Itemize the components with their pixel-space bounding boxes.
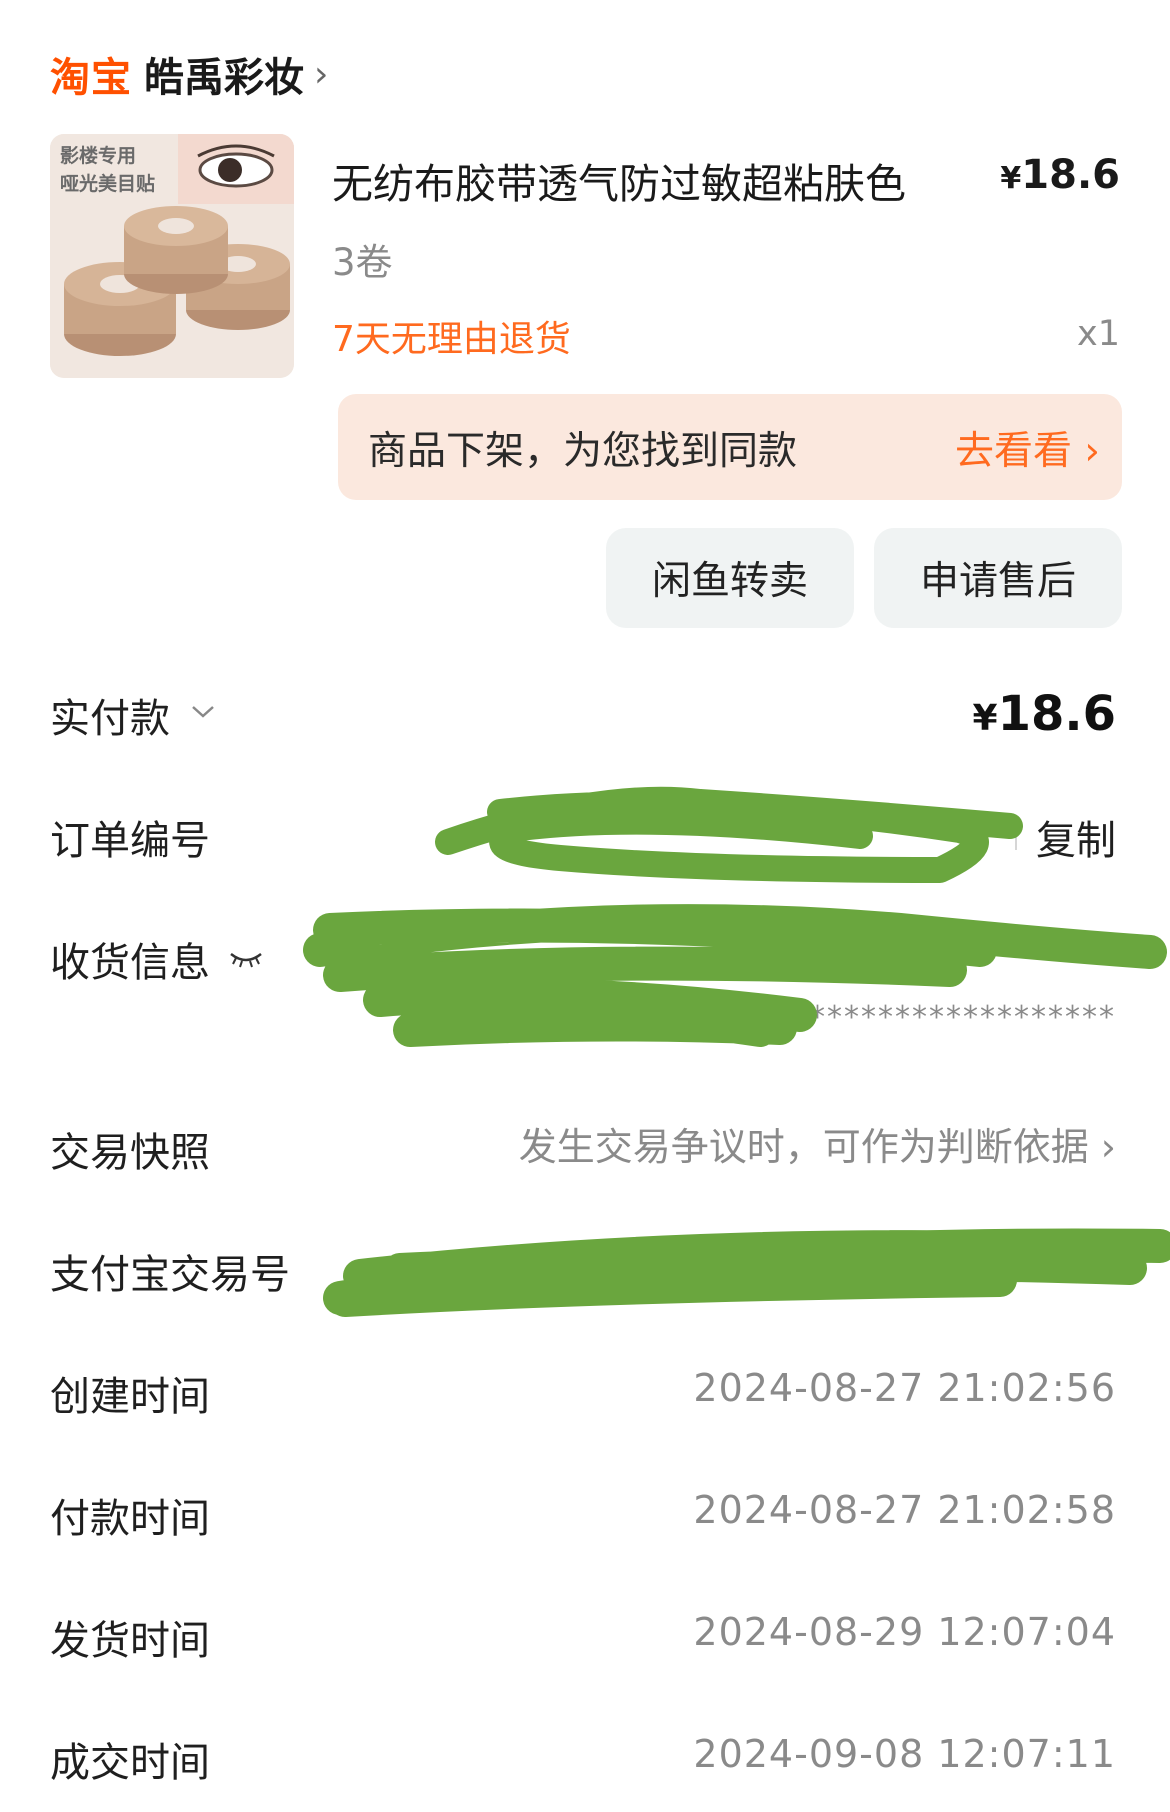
return-policy-badge: 7天无理由退货 <box>332 319 571 360</box>
chevron-right-icon: › <box>314 53 329 95</box>
thumbnail-caption: 影楼专用 哑光美目贴 <box>60 142 155 198</box>
paid-time-value: 2024-08-27 21:02:58 <box>693 1488 1116 1532</box>
view-similar-link[interactable]: 去看看 › <box>955 420 1100 476</box>
thumbnail-caption-line2: 哑光美目贴 <box>60 173 156 195</box>
chevron-down-icon[interactable] <box>188 696 218 734</box>
created-time-value: 2024-08-27 21:02:56 <box>693 1366 1116 1410</box>
product-title[interactable]: 无纺布胶带透气防过敏超粘肤色 <box>332 150 906 210</box>
after-sale-button[interactable]: 申请售后 <box>874 528 1122 628</box>
copy-order-number-button[interactable]: 复制 <box>1036 808 1116 866</box>
delisted-notice-text: 商品下架，为您找到同款 <box>368 429 798 474</box>
price-value: 18.6 <box>1021 152 1120 198</box>
payment-amount: ¥18.6 <box>973 686 1117 742</box>
thumbnail-caption-line1: 影楼专用 <box>60 145 137 167</box>
payment-value: 18.6 <box>997 686 1116 742</box>
shop-name[interactable]: 皓禹彩妆 <box>144 45 304 103</box>
completed-time-label: 成交时间 <box>50 1740 210 1786</box>
product-quantity: x1 <box>1077 314 1120 354</box>
product-thumbnail[interactable]: 影楼专用 哑光美目贴 <box>50 134 294 378</box>
product-spec: 3卷 <box>332 241 393 284</box>
order-number-label: 订单编号 <box>50 818 210 864</box>
taobao-logo: 淘宝 <box>50 55 132 101</box>
snapshot-link[interactable]: 发生交易争议时，可作为判断依据 › <box>519 1116 1116 1171</box>
payment-label: 实付款 <box>50 696 170 742</box>
product-price: ¥18.6 <box>1000 152 1120 198</box>
alipay-trade-no-label: 支付宝交易号 <box>50 1252 290 1298</box>
created-time-label: 创建时间 <box>50 1374 210 1420</box>
resell-button[interactable]: 闲鱼转卖 <box>606 528 854 628</box>
shipping-info-label: 收货信息 <box>50 940 210 986</box>
shop-header[interactable]: 淘宝 皓禹彩妆 › <box>50 42 328 106</box>
payment-currency: ¥ <box>972 698 998 739</box>
redaction-alipay <box>323 1228 1170 1317</box>
paid-time-label: 付款时间 <box>50 1496 210 1542</box>
price-currency: ¥ <box>1000 161 1022 196</box>
snapshot-label: 交易快照 <box>50 1130 210 1176</box>
completed-time-value: 2024-09-08 12:07:11 <box>693 1732 1116 1776</box>
redaction-order-number <box>435 786 1023 883</box>
masked-address: ******************** <box>776 1000 1116 1035</box>
eye-closed-icon[interactable] <box>228 948 264 976</box>
divider <box>1015 816 1017 850</box>
shipped-time-label: 发货时间 <box>50 1618 210 1664</box>
shipped-time-value: 2024-08-29 12:07:04 <box>693 1610 1116 1654</box>
